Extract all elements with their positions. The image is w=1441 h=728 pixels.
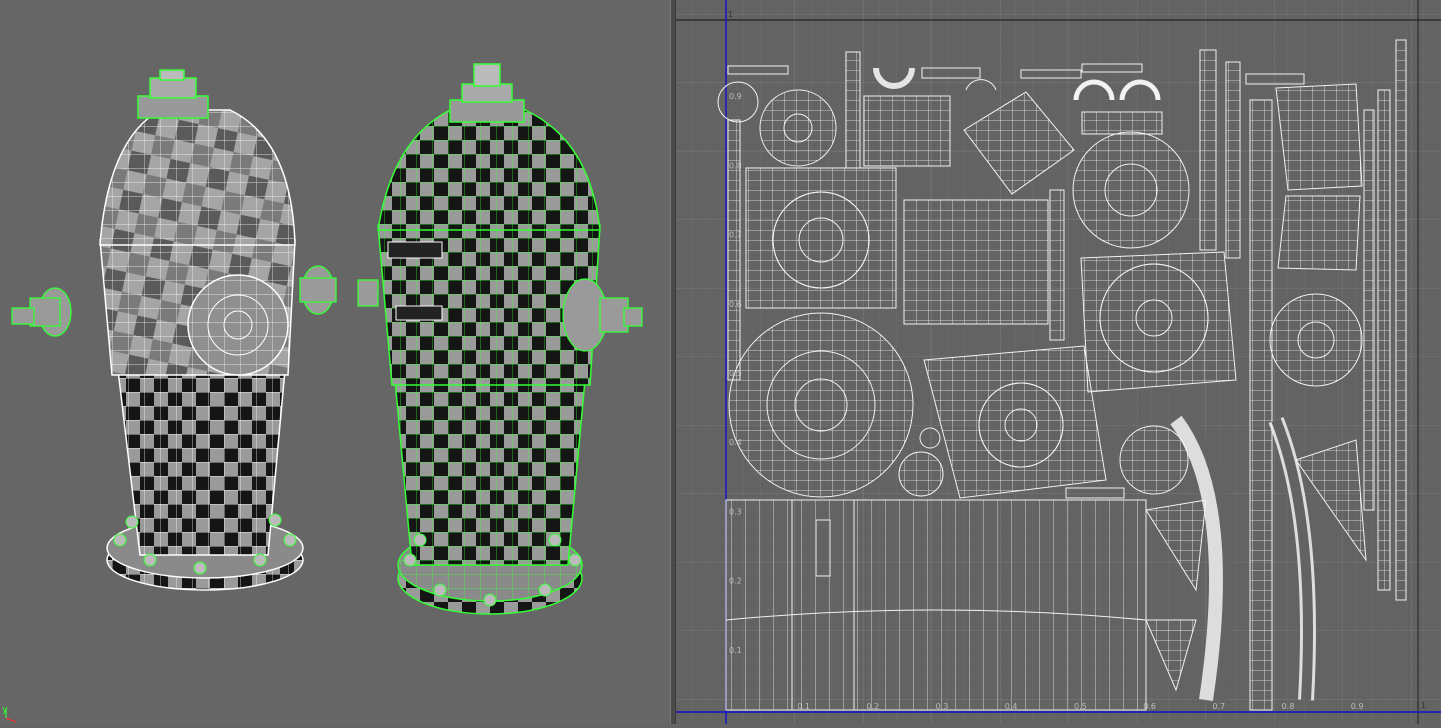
uv-shells[interactable] xyxy=(717,39,1407,711)
hydrant-model-left[interactable] xyxy=(11,69,337,591)
uv-grid[interactable]: 1 1 0.90.80.70.60.50.40.30.20.1 0.10.20.… xyxy=(676,0,1441,724)
u-tick-label: 0.8 xyxy=(1282,702,1295,711)
perspective-viewport[interactable]: y xyxy=(0,0,670,724)
u-tick-label: 0.9 xyxy=(1351,702,1364,711)
axis-gizmo: y xyxy=(2,705,17,723)
uv-right-tick-label: 1 xyxy=(1421,701,1426,710)
hydrant-model-right[interactable] xyxy=(357,63,643,615)
uv-editor-panel[interactable]: 1 1 0.90.80.70.60.50.40.30.20.1 0.10.20.… xyxy=(676,0,1441,724)
perspective-scene[interactable]: y xyxy=(0,0,670,724)
axis-label-y: y xyxy=(2,705,8,715)
uv-top-tick-label: 1 xyxy=(728,10,733,19)
u-tick-label: 0.7 xyxy=(1212,702,1225,711)
v-tick-label: 0.9 xyxy=(729,92,742,101)
